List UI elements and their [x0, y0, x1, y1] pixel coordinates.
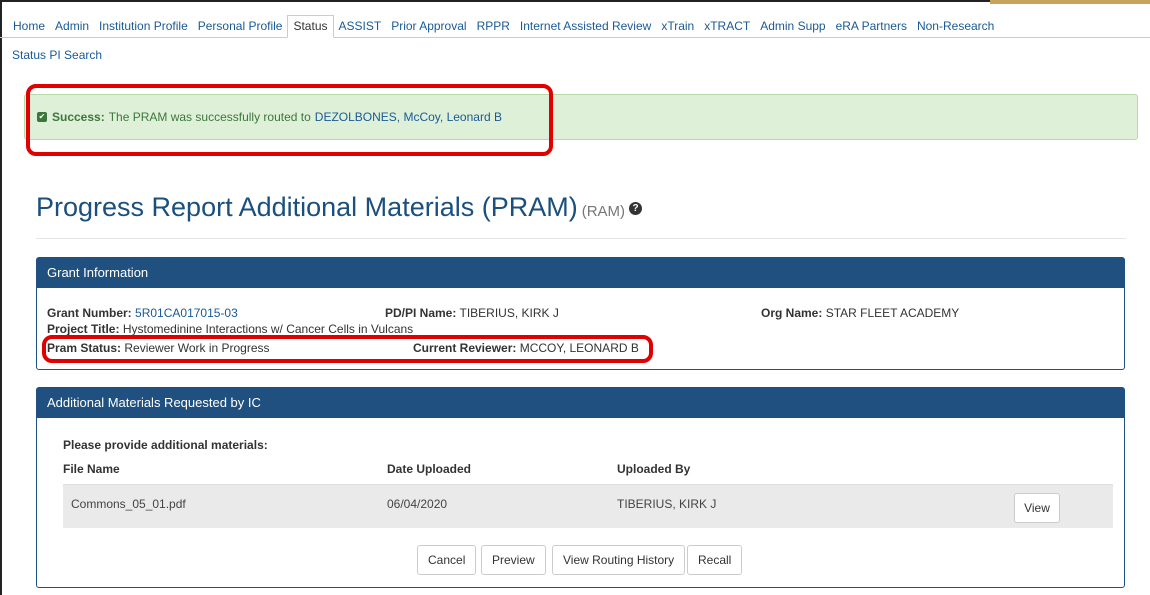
- org-name-field: Org Name: STAR FLEET ACADEMY: [761, 306, 959, 320]
- top-navigation: Home Admin Institution Profile Personal …: [0, 15, 1150, 38]
- tab-era-partners[interactable]: eRA Partners: [831, 16, 912, 37]
- tab-internet-assisted-review[interactable]: Internet Assisted Review: [515, 16, 656, 37]
- additional-materials-header: Additional Materials Requested by IC: [37, 388, 1124, 418]
- page-title: Progress Report Additional Materials (PR…: [36, 192, 643, 223]
- tab-admin-supp[interactable]: Admin Supp: [755, 16, 830, 37]
- uploaded-by-cell: TIBERIUS, KIRK J: [617, 497, 717, 511]
- view-routing-history-button[interactable]: View Routing History: [552, 545, 686, 575]
- highlight-box-status: [42, 335, 653, 363]
- materials-instructions: Please provide additional materials:: [63, 438, 268, 452]
- pdpi-name-value: TIBERIUS, KIRK J: [459, 306, 559, 320]
- date-uploaded-cell: 06/04/2020: [387, 497, 448, 511]
- grant-information-header: Grant Information: [37, 258, 1124, 288]
- additional-materials-panel: Additional Materials Requested by IC Ple…: [36, 387, 1125, 588]
- top-accent-stripe: [990, 0, 1150, 4]
- status-pi-search-link[interactable]: Status PI Search: [12, 48, 102, 62]
- tab-rppr[interactable]: RPPR: [472, 16, 515, 37]
- project-title-field: Project Title: Hystomedinine Interaction…: [47, 322, 413, 336]
- project-title-value: Hystomedinine Interactions w/ Cancer Cel…: [122, 322, 414, 336]
- column-header-file-name: File Name: [63, 462, 120, 476]
- column-header-uploaded-by: Uploaded By: [617, 462, 691, 476]
- heading-divider: [36, 238, 1126, 239]
- pdpi-name-label: PD/PI Name:: [385, 306, 457, 320]
- tab-xtrain[interactable]: xTrain: [656, 16, 699, 37]
- view-file-button[interactable]: View: [1014, 493, 1060, 523]
- tab-assist[interactable]: ASSIST: [334, 16, 387, 37]
- column-header-date-uploaded: Date Uploaded: [387, 462, 472, 476]
- page-code: (RAM): [581, 203, 626, 220]
- org-name-value: STAR FLEET ACADEMY: [825, 306, 960, 320]
- project-title-label: Project Title:: [47, 322, 120, 336]
- tab-personal-profile[interactable]: Personal Profile: [193, 16, 288, 37]
- tab-non-research[interactable]: Non-Research: [912, 16, 999, 37]
- cancel-button[interactable]: Cancel: [417, 545, 477, 575]
- grant-number-link[interactable]: 5R01CA017015-03: [135, 306, 238, 320]
- file-name-cell: Commons_05_01.pdf: [71, 497, 186, 511]
- page-title-text: Progress Report Additional Materials (PR…: [36, 192, 578, 222]
- tab-prior-approval[interactable]: Prior Approval: [386, 16, 471, 37]
- tab-admin[interactable]: Admin: [50, 16, 94, 37]
- org-name-label: Org Name:: [761, 306, 823, 320]
- table-row: Commons_05_01.pdf 06/04/2020 TIBERIUS, K…: [63, 484, 1113, 528]
- tab-xtract[interactable]: xTRACT: [699, 16, 755, 37]
- tab-status[interactable]: Status: [287, 15, 334, 38]
- tab-institution-profile[interactable]: Institution Profile: [94, 16, 193, 37]
- grant-number-label: Grant Number:: [47, 306, 132, 320]
- highlight-box-success: [26, 84, 553, 156]
- tab-home[interactable]: Home: [8, 16, 50, 37]
- preview-button[interactable]: Preview: [481, 545, 546, 575]
- help-icon[interactable]: ?: [629, 202, 643, 216]
- grant-number-field: Grant Number: 5R01CA017015-03: [47, 306, 238, 320]
- pdpi-name-field: PD/PI Name: TIBERIUS, KIRK J: [385, 306, 559, 320]
- recall-button[interactable]: Recall: [687, 545, 743, 575]
